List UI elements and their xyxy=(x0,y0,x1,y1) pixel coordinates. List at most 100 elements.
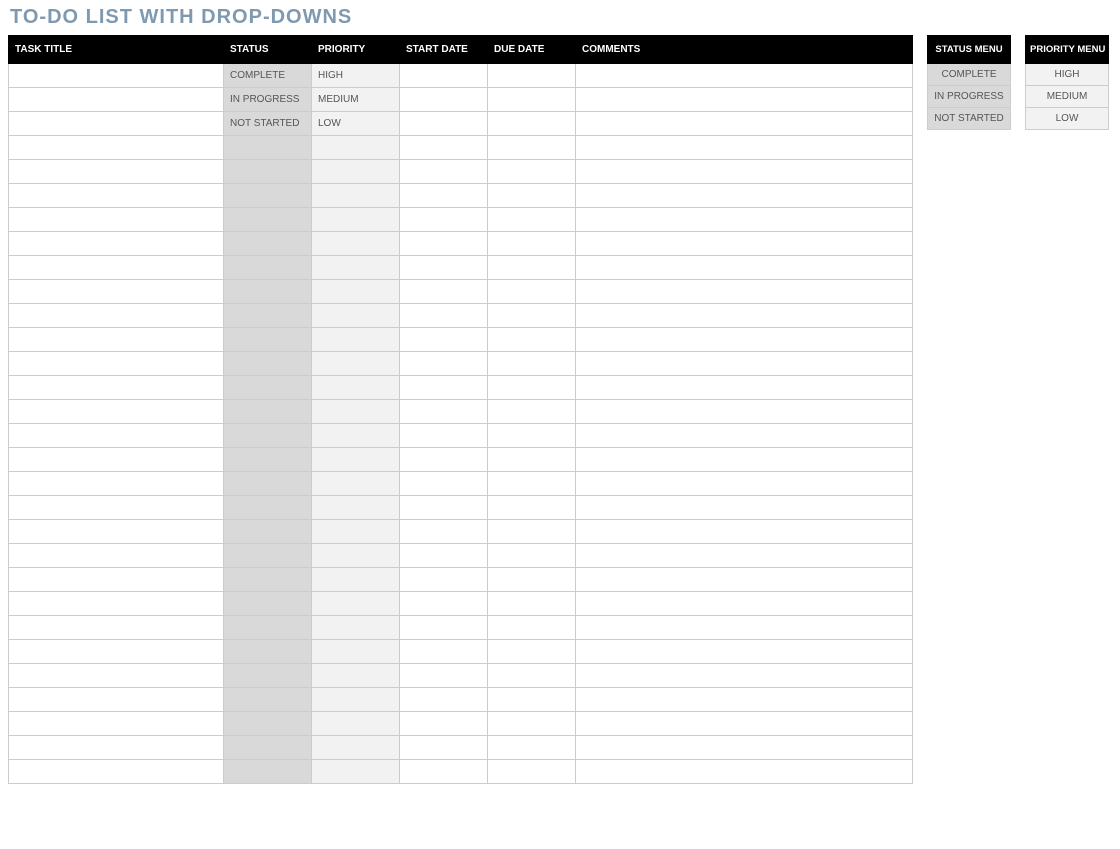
priority-dropdown-cell[interactable] xyxy=(312,472,400,496)
task-input[interactable] xyxy=(9,544,223,567)
start-input[interactable] xyxy=(400,400,487,423)
start-input[interactable] xyxy=(400,112,487,135)
due-cell[interactable] xyxy=(488,520,576,544)
comments-cell[interactable] xyxy=(576,424,913,448)
start-cell[interactable] xyxy=(400,688,488,712)
due-cell[interactable] xyxy=(488,184,576,208)
start-input[interactable] xyxy=(400,280,487,303)
task-cell[interactable] xyxy=(9,304,224,328)
due-input[interactable] xyxy=(488,376,575,399)
comments-input[interactable] xyxy=(576,712,912,735)
task-cell[interactable] xyxy=(9,568,224,592)
due-cell[interactable] xyxy=(488,568,576,592)
comments-cell[interactable] xyxy=(576,304,913,328)
status-dropdown-cell[interactable] xyxy=(224,760,312,784)
status-dropdown-cell[interactable] xyxy=(224,280,312,304)
priority-dropdown-cell[interactable] xyxy=(312,616,400,640)
comments-input[interactable] xyxy=(576,280,912,303)
comments-input[interactable] xyxy=(576,184,912,207)
priority-menu-item[interactable]: LOW xyxy=(1026,108,1109,130)
due-input[interactable] xyxy=(488,472,575,495)
start-input[interactable] xyxy=(400,184,487,207)
priority-dropdown-cell[interactable] xyxy=(312,424,400,448)
status-dropdown-cell[interactable]: IN PROGRESS xyxy=(224,88,312,112)
task-input[interactable] xyxy=(9,472,223,495)
task-cell[interactable] xyxy=(9,448,224,472)
task-input[interactable] xyxy=(9,688,223,711)
comments-input[interactable] xyxy=(576,424,912,447)
status-dropdown-cell[interactable] xyxy=(224,640,312,664)
priority-dropdown-cell[interactable] xyxy=(312,184,400,208)
due-cell[interactable] xyxy=(488,400,576,424)
task-input[interactable] xyxy=(9,208,223,231)
comments-input[interactable] xyxy=(576,328,912,351)
status-dropdown-cell[interactable] xyxy=(224,472,312,496)
comments-input[interactable] xyxy=(576,472,912,495)
comments-cell[interactable] xyxy=(576,712,913,736)
priority-dropdown-cell[interactable] xyxy=(312,736,400,760)
due-cell[interactable] xyxy=(488,64,576,88)
start-input[interactable] xyxy=(400,496,487,519)
task-input[interactable] xyxy=(9,352,223,375)
task-input[interactable] xyxy=(9,376,223,399)
priority-dropdown-cell[interactable] xyxy=(312,544,400,568)
due-input[interactable] xyxy=(488,328,575,351)
start-input[interactable] xyxy=(400,448,487,471)
start-input[interactable] xyxy=(400,328,487,351)
task-input[interactable] xyxy=(9,112,223,135)
comments-input[interactable] xyxy=(576,256,912,279)
due-input[interactable] xyxy=(488,112,575,135)
task-cell[interactable] xyxy=(9,352,224,376)
comments-input[interactable] xyxy=(576,592,912,615)
status-dropdown-cell[interactable] xyxy=(224,208,312,232)
comments-cell[interactable] xyxy=(576,544,913,568)
task-input[interactable] xyxy=(9,328,223,351)
status-menu-item[interactable]: NOT STARTED xyxy=(928,108,1011,130)
task-input[interactable] xyxy=(9,592,223,615)
task-cell[interactable] xyxy=(9,328,224,352)
due-cell[interactable] xyxy=(488,304,576,328)
task-input[interactable] xyxy=(9,616,223,639)
due-input[interactable] xyxy=(488,664,575,687)
priority-dropdown-cell[interactable] xyxy=(312,256,400,280)
status-dropdown-cell[interactable] xyxy=(224,232,312,256)
task-cell[interactable] xyxy=(9,592,224,616)
start-cell[interactable] xyxy=(400,520,488,544)
status-dropdown-cell[interactable] xyxy=(224,616,312,640)
comments-cell[interactable] xyxy=(576,616,913,640)
due-cell[interactable] xyxy=(488,88,576,112)
priority-dropdown-cell[interactable] xyxy=(312,160,400,184)
start-input[interactable] xyxy=(400,736,487,759)
due-cell[interactable] xyxy=(488,616,576,640)
comments-cell[interactable] xyxy=(576,448,913,472)
due-input[interactable] xyxy=(488,544,575,567)
task-cell[interactable] xyxy=(9,64,224,88)
start-cell[interactable] xyxy=(400,760,488,784)
task-cell[interactable] xyxy=(9,616,224,640)
priority-dropdown-cell[interactable] xyxy=(312,328,400,352)
comments-input[interactable] xyxy=(576,136,912,159)
comments-cell[interactable] xyxy=(576,376,913,400)
status-dropdown-cell[interactable]: NOT STARTED xyxy=(224,112,312,136)
comments-cell[interactable] xyxy=(576,64,913,88)
status-dropdown-cell[interactable]: COMPLETE xyxy=(224,64,312,88)
task-cell[interactable] xyxy=(9,136,224,160)
task-cell[interactable] xyxy=(9,664,224,688)
due-cell[interactable] xyxy=(488,376,576,400)
comments-cell[interactable] xyxy=(576,328,913,352)
task-input[interactable] xyxy=(9,256,223,279)
priority-dropdown-cell[interactable] xyxy=(312,496,400,520)
task-cell[interactable] xyxy=(9,544,224,568)
due-input[interactable] xyxy=(488,520,575,543)
priority-dropdown-cell[interactable]: HIGH xyxy=(312,64,400,88)
comments-cell[interactable] xyxy=(576,352,913,376)
comments-input[interactable] xyxy=(576,64,912,87)
status-dropdown-cell[interactable] xyxy=(224,712,312,736)
start-input[interactable] xyxy=(400,232,487,255)
priority-dropdown-cell[interactable] xyxy=(312,136,400,160)
due-input[interactable] xyxy=(488,568,575,591)
start-input[interactable] xyxy=(400,376,487,399)
task-cell[interactable] xyxy=(9,712,224,736)
task-cell[interactable] xyxy=(9,112,224,136)
due-input[interactable] xyxy=(488,424,575,447)
